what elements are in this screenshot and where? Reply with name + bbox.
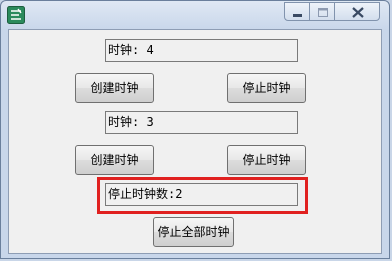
stop-clock1-button[interactable]: 停止时钟 bbox=[227, 73, 306, 103]
app-window: 时钟: 4 创建时钟 停止时钟 时钟: 3 创建时钟 停止时钟 停止时钟数:2 … bbox=[0, 0, 390, 259]
close-icon bbox=[352, 7, 364, 18]
app-icon bbox=[7, 6, 25, 24]
title-bar[interactable] bbox=[1, 1, 389, 29]
create-clock1-button[interactable]: 创建时钟 bbox=[75, 73, 154, 103]
stop-clock2-button[interactable]: 停止时钟 bbox=[227, 145, 306, 175]
maximize-button[interactable] bbox=[309, 2, 335, 21]
create-clock2-button[interactable]: 创建时钟 bbox=[75, 145, 154, 175]
clock1-display: 时钟: 4 bbox=[105, 39, 298, 62]
close-button[interactable] bbox=[334, 2, 380, 21]
clock2-display: 时钟: 3 bbox=[105, 111, 298, 134]
client-area: 时钟: 4 创建时钟 停止时钟 时钟: 3 创建时钟 停止时钟 停止时钟数:2 … bbox=[8, 29, 382, 254]
maximize-icon bbox=[318, 8, 328, 17]
highlight-box bbox=[97, 177, 308, 214]
stop-all-button[interactable]: 停止全部时钟 bbox=[153, 217, 234, 247]
minimize-icon bbox=[293, 14, 302, 17]
minimize-button[interactable] bbox=[284, 2, 310, 21]
